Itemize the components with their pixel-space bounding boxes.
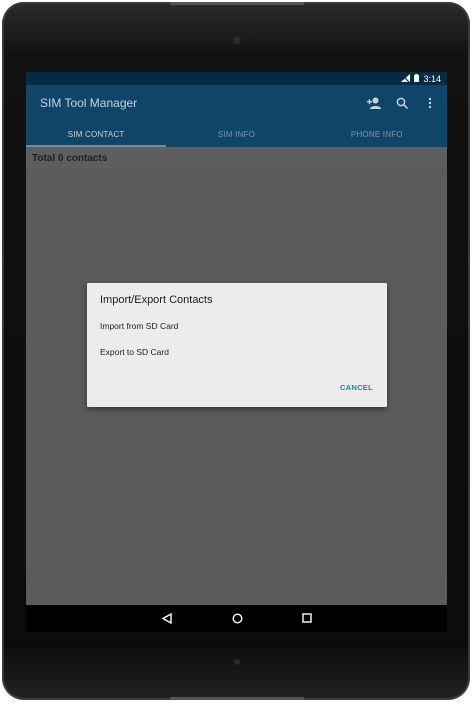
app-bar: SIM Tool Manager: [26, 85, 447, 121]
home-icon[interactable]: [231, 612, 243, 624]
status-time: 3:14: [423, 73, 441, 84]
tab-bar: SIM CONTACT SIM INFO PHONE INFO: [26, 121, 447, 147]
overflow-menu-icon[interactable]: [423, 96, 437, 110]
front-camera: [233, 36, 241, 44]
tablet-bottom-edge: [170, 697, 304, 700]
status-bar: 3:14: [26, 72, 447, 85]
tab-label: PHONE INFO: [350, 129, 403, 139]
tab-sim-contact[interactable]: SIM CONTACT: [26, 121, 167, 147]
tablet-speaker: [234, 659, 240, 665]
import-from-sd-option[interactable]: Import from SD Card: [100, 321, 178, 331]
contact-count-header: Total 0 contacts: [26, 147, 447, 170]
tab-sim-info[interactable]: SIM INFO: [166, 121, 306, 147]
tab-phone-info[interactable]: PHONE INFO: [307, 121, 447, 147]
battery-icon: [414, 73, 420, 84]
app-screen: 3:14 SIM Tool Manager SIM CONTACT SIM IN…: [26, 72, 447, 632]
navigation-bar: [26, 605, 447, 632]
tab-label: SIM INFO: [217, 129, 256, 139]
dialog-title: Import/Export Contacts: [100, 294, 213, 306]
search-icon[interactable]: [395, 96, 409, 110]
signal-icon: [401, 73, 411, 84]
recents-icon[interactable]: [301, 612, 313, 624]
tablet-top-edge: [170, 2, 304, 5]
add-contact-icon[interactable]: [367, 96, 381, 110]
contact-count-text: Total 0 contacts: [32, 152, 108, 164]
app-title: SIM Tool Manager: [40, 96, 138, 110]
tab-label: SIM CONTACT: [67, 129, 125, 139]
app-bar-actions: [367, 85, 437, 121]
back-icon[interactable]: [161, 612, 173, 624]
cancel-button[interactable]: CANCEL: [340, 383, 373, 392]
export-to-sd-option[interactable]: Export to SD Card: [100, 347, 169, 357]
import-export-dialog: Import/Export Contacts Import from SD Ca…: [87, 283, 387, 407]
